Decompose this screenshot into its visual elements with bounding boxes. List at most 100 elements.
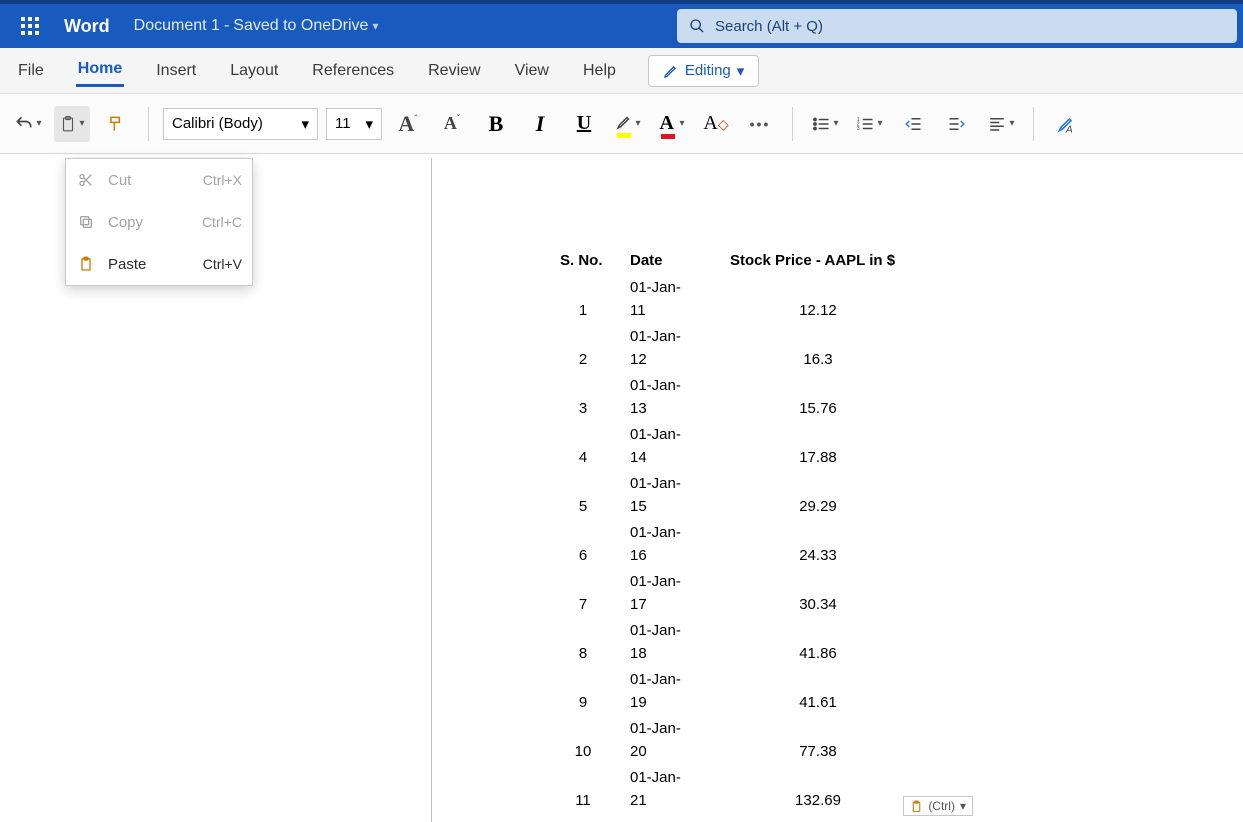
document-title[interactable]: Document 1 - Saved to OneDrive ▾	[134, 17, 379, 35]
bullets-button[interactable]: ▾	[807, 106, 843, 142]
tab-review[interactable]: Review	[426, 56, 482, 86]
app-name: Word	[64, 16, 110, 37]
table-row: 201-Jan-1216.3	[552, 324, 922, 373]
table-row: 501-Jan-1529.29	[552, 471, 922, 520]
col-header-date: Date	[622, 246, 722, 275]
tab-insert[interactable]: Insert	[154, 56, 198, 86]
decrease-indent-button[interactable]	[895, 106, 931, 142]
paste-icon	[76, 256, 96, 272]
col-header-sno: S. No.	[552, 246, 622, 275]
svg-text:A: A	[1065, 124, 1073, 134]
pen-icon	[663, 63, 679, 79]
ellipsis-icon: •••	[750, 116, 771, 132]
chevron-down-icon: ▾	[635, 118, 640, 129]
tab-help[interactable]: Help	[581, 56, 618, 86]
increase-indent-icon	[947, 115, 967, 133]
numbering-icon: 123	[855, 115, 875, 133]
editing-label: Editing	[685, 62, 731, 79]
cell-sno: 11	[552, 765, 622, 814]
save-status: Saved to OneDrive	[233, 17, 368, 35]
font-name-select[interactable]: Calibri (Body) ▾	[163, 108, 318, 140]
tab-file[interactable]: File	[16, 56, 46, 86]
table-row: 1101-Jan-21132.69	[552, 765, 922, 814]
title-bar: Word Document 1 - Saved to OneDrive ▾ Se…	[0, 0, 1243, 48]
font-size-value: 11	[335, 115, 351, 132]
table-row: 301-Jan-1315.76	[552, 373, 922, 422]
menu-paste-shortcut: Ctrl+V	[203, 256, 242, 272]
paste-options-button[interactable]: (Ctrl) ▾	[903, 796, 973, 816]
document-name: Document 1	[134, 17, 220, 35]
menu-copy-shortcut: Ctrl+C	[202, 214, 242, 230]
font-name-value: Calibri (Body)	[172, 115, 263, 132]
cell-date: 01-Jan-16	[622, 520, 722, 569]
cell-date: 01-Jan-12	[622, 324, 722, 373]
app-launcher-icon	[21, 17, 39, 35]
cell-date: 01-Jan-14	[622, 422, 722, 471]
menu-paste[interactable]: Paste Ctrl+V	[66, 243, 252, 285]
font-size-select[interactable]: 11 ▾	[326, 108, 382, 140]
undo-button[interactable]: ▾	[10, 106, 46, 142]
cell-sno: 7	[552, 569, 622, 618]
tab-home[interactable]: Home	[76, 54, 124, 87]
cell-price: 77.38	[722, 716, 922, 765]
cell-sno: 4	[552, 422, 622, 471]
cell-sno: 6	[552, 520, 622, 569]
cell-date: 01-Jan-18	[622, 618, 722, 667]
cell-sno: 9	[552, 667, 622, 716]
increase-indent-button[interactable]	[939, 106, 975, 142]
font-color-icon: A	[659, 112, 677, 135]
menu-cut-shortcut: Ctrl+X	[203, 172, 242, 188]
search-input[interactable]: Search (Alt + Q)	[677, 9, 1237, 43]
table-row: 801-Jan-1841.86	[552, 618, 922, 667]
ribbon-tabs: File Home Insert Layout References Revie…	[0, 48, 1243, 94]
highlight-icon	[615, 113, 633, 134]
cell-price: 30.34	[722, 569, 922, 618]
table-row: 701-Jan-1730.34	[552, 569, 922, 618]
align-button[interactable]: ▾	[983, 106, 1019, 142]
more-font-button[interactable]: •••	[742, 106, 778, 142]
undo-icon	[14, 114, 34, 134]
shrink-font-icon: Aˇ	[444, 113, 460, 134]
tab-layout[interactable]: Layout	[228, 56, 280, 86]
cell-date: 01-Jan-21	[622, 765, 722, 814]
grow-font-icon: Aˆ	[398, 111, 417, 137]
numbering-button[interactable]: 123 ▾	[851, 106, 887, 142]
col-header-price: Stock Price - AAPL in $	[722, 246, 922, 275]
grow-font-button[interactable]: Aˆ	[390, 106, 426, 142]
chevron-down-icon: ▾	[79, 118, 84, 129]
chevron-down-icon: ▾	[737, 62, 745, 80]
table-row: 401-Jan-1417.88	[552, 422, 922, 471]
cell-price: 29.29	[722, 471, 922, 520]
chevron-down-icon: ▾	[877, 118, 882, 129]
clipboard-menu: Cut Ctrl+X Copy Ctrl+C Paste Ctrl+V	[65, 158, 253, 286]
bold-button[interactable]: B	[478, 106, 514, 142]
chevron-down-icon: ▾	[833, 118, 838, 129]
font-color-button[interactable]: A ▾	[654, 106, 690, 142]
chevron-down-icon: ▾	[36, 118, 41, 129]
styles-button[interactable]: A	[1048, 106, 1084, 142]
format-painter-icon	[106, 114, 126, 134]
menu-paste-label: Paste	[108, 256, 146, 273]
menu-copy: Copy Ctrl+C	[66, 201, 252, 243]
format-painter-button[interactable]	[98, 106, 134, 142]
clipboard-dropdown-button[interactable]: ▾	[54, 106, 90, 142]
italic-button[interactable]: I	[522, 106, 558, 142]
highlight-button[interactable]: ▾	[610, 106, 646, 142]
editing-mode-button[interactable]: Editing ▾	[648, 55, 759, 87]
shrink-font-button[interactable]: Aˇ	[434, 106, 470, 142]
underline-button[interactable]: U	[566, 106, 602, 142]
app-launcher-button[interactable]	[6, 4, 54, 48]
search-placeholder: Search (Alt + Q)	[715, 18, 823, 35]
cell-date: 01-Jan-19	[622, 667, 722, 716]
svg-text:3: 3	[857, 126, 860, 132]
tab-view[interactable]: View	[513, 56, 551, 86]
chevron-down-icon: ▾	[1009, 118, 1014, 129]
chevron-down-icon: ▾	[679, 118, 684, 129]
cell-date: 01-Jan-20	[622, 716, 722, 765]
chevron-down-icon: ▾	[372, 19, 378, 33]
clear-format-button[interactable]: A◇	[698, 106, 734, 142]
cell-sno: 10	[552, 716, 622, 765]
paste-options-label: (Ctrl)	[928, 799, 955, 813]
cell-price: 24.33	[722, 520, 922, 569]
tab-references[interactable]: References	[310, 56, 396, 86]
